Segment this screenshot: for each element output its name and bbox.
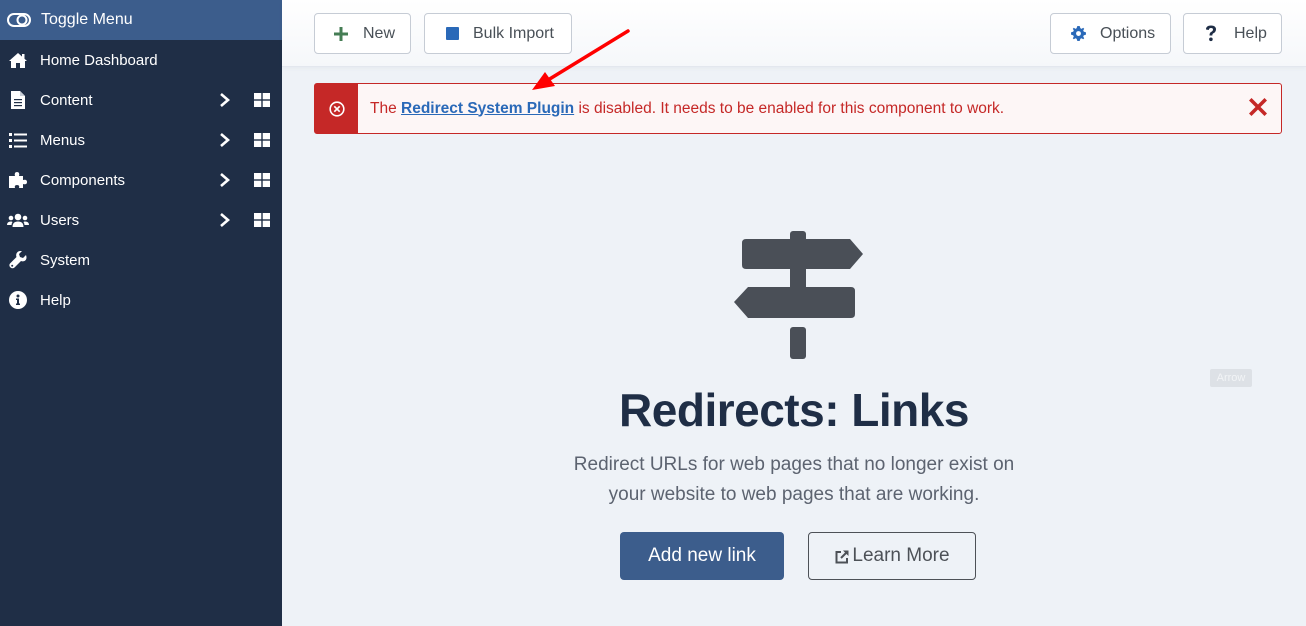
- new-button-label: New: [363, 24, 396, 42]
- chevron-right-icon[interactable]: [218, 132, 232, 148]
- home-icon: [7, 50, 29, 70]
- sidebar-item-label: Components: [40, 171, 126, 189]
- sidebar-item-home-dashboard[interactable]: Home Dashboard: [0, 40, 282, 80]
- file-icon: [7, 90, 29, 110]
- description-line-1: Redirect URLs for web pages that no long…: [573, 454, 1015, 475]
- users-icon: [7, 210, 29, 230]
- help-button[interactable]: Help: [1183, 13, 1282, 54]
- alert-message: The Redirect System Plugin is disabled. …: [370, 100, 1004, 118]
- signpost-icon: [734, 231, 863, 359]
- chevron-right-icon[interactable]: [218, 92, 232, 108]
- sidebar-item-label: Menus: [40, 131, 86, 149]
- chevron-right-icon[interactable]: [218, 212, 232, 228]
- alert-suffix: is disabled. It needs to be enabled for …: [574, 99, 1005, 117]
- square-icon: [445, 27, 459, 40]
- toolbar: New Bulk Import Options Help: [282, 0, 1306, 67]
- error-circle-icon: [328, 100, 345, 117]
- dashboard-grid-icon[interactable]: [254, 173, 270, 187]
- new-button[interactable]: New: [314, 13, 411, 54]
- alert-prefix: The: [370, 99, 402, 117]
- help-button-label: Help: [1234, 24, 1267, 42]
- learn-more-label: Learn More: [852, 545, 950, 566]
- external-link-icon: [835, 550, 849, 564]
- sidebar-item-label: Help: [40, 291, 71, 309]
- options-button-label: Options: [1100, 24, 1156, 42]
- puzzle-icon: [7, 170, 29, 190]
- wrench-icon: [7, 250, 29, 270]
- info-icon: [7, 290, 29, 310]
- sidebar-item-label: System: [40, 251, 91, 269]
- toggle-menu-label: Toggle Menu: [41, 11, 133, 28]
- gear-icon: [1070, 26, 1086, 41]
- sidebar-item-label: Content: [40, 91, 93, 109]
- redirect-system-plugin-link[interactable]: Redirect System Plugin: [401, 100, 574, 117]
- bulk-import-button-label: Bulk Import: [473, 24, 554, 42]
- options-button[interactable]: Options: [1050, 13, 1171, 54]
- sidebar-item-system[interactable]: System: [0, 240, 282, 280]
- sidebar-item-menus[interactable]: Menus: [0, 120, 282, 160]
- description-line-2: your website to web pages that are worki…: [608, 484, 980, 505]
- sidebar: Toggle Menu Home Dashboard Content Menus…: [0, 0, 282, 626]
- toggle-icon: [7, 12, 31, 28]
- toggle-menu-button[interactable]: Toggle Menu: [0, 0, 282, 40]
- sidebar-item-components[interactable]: Components: [0, 160, 282, 200]
- dashboard-grid-icon[interactable]: [254, 213, 270, 227]
- list-icon: [7, 130, 29, 150]
- sidebar-item-users[interactable]: Users: [0, 200, 282, 240]
- sidebar-item-content[interactable]: Content: [0, 80, 282, 120]
- dashboard-grid-icon[interactable]: [254, 133, 270, 147]
- bulk-import-button[interactable]: Bulk Import: [424, 13, 572, 54]
- sidebar-item-label: Home Dashboard: [40, 51, 158, 69]
- add-new-link-button[interactable]: Add new link: [620, 532, 784, 580]
- question-icon: [1204, 25, 1218, 42]
- plus-icon: [333, 26, 349, 41]
- empty-state-description: Redirect URLs for web pages that no long…: [282, 450, 1306, 510]
- empty-state-title: Redirects: Links: [619, 384, 969, 436]
- sidebar-item-label: Users: [40, 211, 80, 229]
- annotation-label: Arrow: [1210, 369, 1252, 387]
- close-icon[interactable]: [1249, 97, 1267, 117]
- chevron-right-icon[interactable]: [218, 172, 232, 188]
- sidebar-item-help[interactable]: Help: [0, 280, 282, 320]
- learn-more-button[interactable]: Learn More: [808, 532, 976, 580]
- plugin-disabled-alert: The Redirect System Plugin is disabled. …: [314, 83, 1282, 134]
- alert-side-band: [315, 84, 358, 133]
- dashboard-grid-icon[interactable]: [254, 93, 270, 107]
